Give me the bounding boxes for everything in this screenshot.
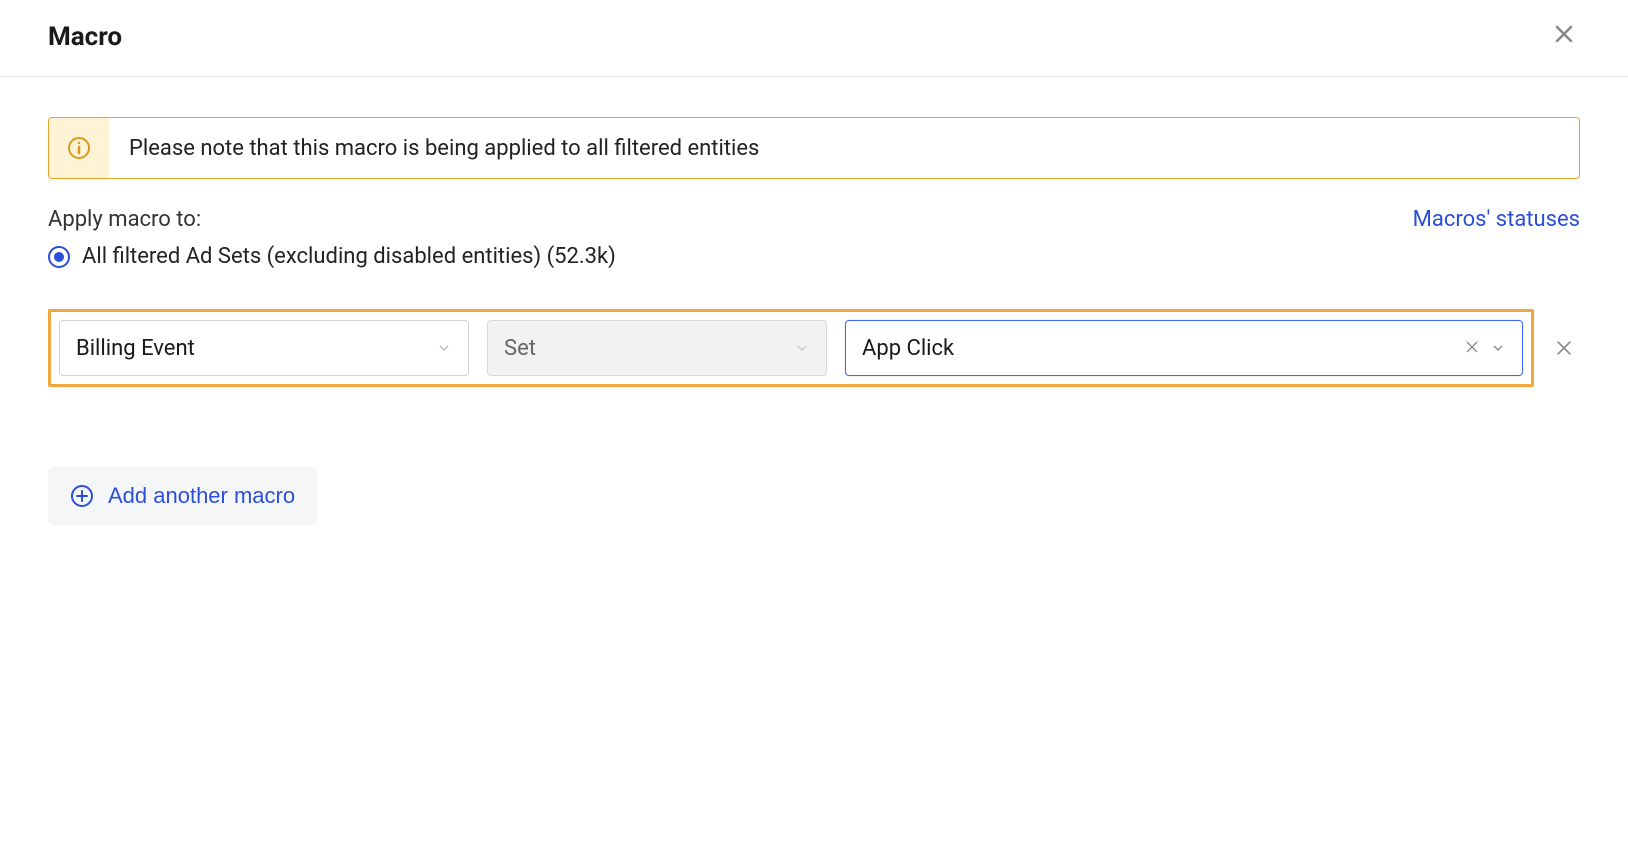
close-icon — [1554, 338, 1574, 358]
macro-rule-row: Billing Event Set App Click — [48, 309, 1580, 387]
info-icon-box — [49, 118, 109, 178]
clear-value-button[interactable] — [1464, 336, 1480, 361]
operation-select[interactable]: Set — [487, 320, 827, 376]
add-another-macro-button[interactable]: Add another macro — [48, 467, 317, 525]
chevron-down-icon — [1490, 340, 1506, 356]
close-button[interactable] — [1548, 18, 1580, 56]
close-icon — [1552, 22, 1576, 46]
chevron-down-icon — [794, 340, 810, 356]
operation-select-value: Set — [504, 336, 536, 361]
apply-row: Apply macro to: Macros' statuses — [48, 207, 1580, 232]
value-select[interactable]: App Click — [845, 320, 1523, 376]
macros-statuses-link[interactable]: Macros' statuses — [1413, 207, 1580, 232]
dialog-header: Macro — [0, 0, 1628, 77]
apply-label: Apply macro to: — [48, 207, 201, 232]
field-select-value: Billing Event — [76, 336, 195, 361]
value-select-value: App Click — [862, 336, 954, 361]
field-select[interactable]: Billing Event — [59, 320, 469, 376]
dialog-title: Macro — [48, 22, 122, 52]
add-another-label: Add another macro — [108, 483, 295, 509]
info-banner: Please note that this macro is being app… — [48, 117, 1580, 179]
info-icon — [67, 136, 91, 160]
macro-rule-highlight: Billing Event Set App Click — [48, 309, 1534, 387]
info-banner-text: Please note that this macro is being app… — [109, 136, 759, 161]
radio-icon — [48, 246, 70, 268]
remove-rule-button[interactable] — [1548, 332, 1580, 364]
apply-target-radio[interactable]: All filtered Ad Sets (excluding disabled… — [48, 244, 1580, 269]
chevron-down-icon — [436, 340, 452, 356]
close-icon — [1464, 339, 1480, 355]
radio-label: All filtered Ad Sets (excluding disabled… — [82, 244, 616, 269]
plus-circle-icon — [70, 484, 94, 508]
dialog-content: Please note that this macro is being app… — [0, 77, 1628, 565]
